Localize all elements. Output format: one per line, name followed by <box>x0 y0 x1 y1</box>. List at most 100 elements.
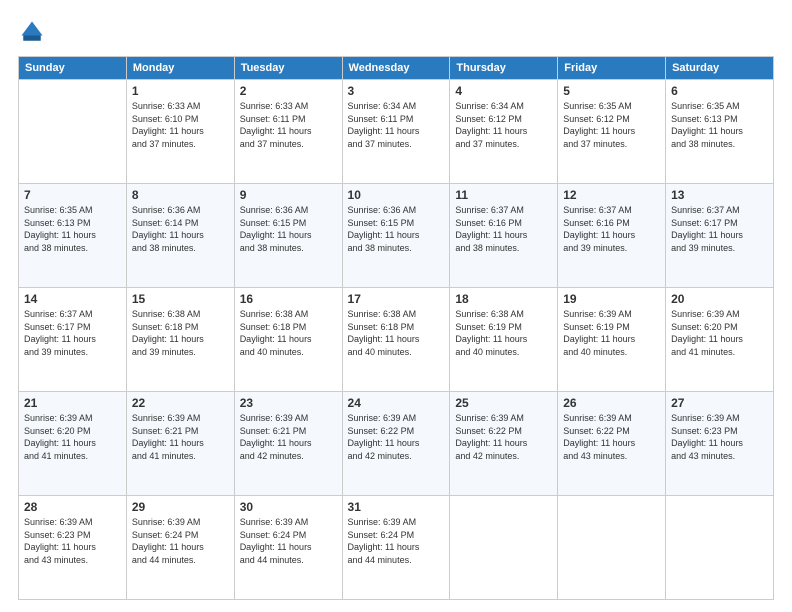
calendar-table: SundayMondayTuesdayWednesdayThursdayFrid… <box>18 56 774 600</box>
day-info: Sunrise: 6:38 AM Sunset: 6:19 PM Dayligh… <box>455 308 552 358</box>
calendar-cell: 30Sunrise: 6:39 AM Sunset: 6:24 PM Dayli… <box>234 496 342 600</box>
day-header-wednesday: Wednesday <box>342 57 450 80</box>
calendar-cell: 22 Sunrise: 6:39 AM Sunset: 6:21 PM Dayli… <box>126 392 234 496</box>
calendar-cell: 31 Sunrise: 6:39 AM Sunset: 6:24 PM Dayli… <box>342 496 450 600</box>
day-info: Sunrise: 6:38 AM Sunset: 6:18 PM Dayligh… <box>132 308 229 358</box>
day-info: Sunrise: 6:39 AM Sunset: 6:22 PM Dayligh… <box>348 412 445 462</box>
calendar-cell: 2 Sunrise: 6:33 AM Sunset: 6:11 PM Daylig… <box>234 80 342 184</box>
day-number: 24 <box>348 396 445 410</box>
calendar-cell: 29 Sunrise: 6:39 AM Sunset: 6:24 PM Dayli… <box>126 496 234 600</box>
day-header-saturday: Saturday <box>666 57 774 80</box>
day-info: Sunrise: 6:39 AM Sunset: 6:20 PM Dayligh… <box>24 412 121 462</box>
week-row-2: 7 Sunrise: 6:35 AM Sunset: 6:13 PM Daylig… <box>19 184 774 288</box>
calendar-cell: 3 Sunrise: 6:34 AM Sunset: 6:11 PM Daylig… <box>342 80 450 184</box>
day-info: Sunrise: 6:39 AM Sunset: 6:19 PM Dayligh… <box>563 308 660 358</box>
calendar-cell: 5 Sunrise: 6:35 AM Sunset: 6:12 PM Daylig… <box>558 80 666 184</box>
day-info: Sunrise: 6:39 AM Sunset: 6:21 PM Dayligh… <box>240 412 337 462</box>
week-row-3: 14Sunrise: 6:37 AM Sunset: 6:17 PM Dayli… <box>19 288 774 392</box>
calendar-cell: 27Sunrise: 6:39 AM Sunset: 6:23 PM Dayli… <box>666 392 774 496</box>
day-number: 17 <box>348 292 445 306</box>
calendar-cell: 9 Sunrise: 6:36 AM Sunset: 6:15 PM Daylig… <box>234 184 342 288</box>
day-number: 21 <box>24 396 121 410</box>
day-number: 10 <box>348 188 445 202</box>
calendar-cell: 23 Sunrise: 6:39 AM Sunset: 6:21 PM Dayli… <box>234 392 342 496</box>
calendar-cell: 12 Sunrise: 6:37 AM Sunset: 6:16 PM Dayli… <box>558 184 666 288</box>
day-number: 22 <box>132 396 229 410</box>
calendar-cell: 17 Sunrise: 6:38 AM Sunset: 6:18 PM Dayli… <box>342 288 450 392</box>
day-number: 8 <box>132 188 229 202</box>
day-number: 2 <box>240 84 337 98</box>
day-info: Sunrise: 6:33 AM Sunset: 6:11 PM Dayligh… <box>240 100 337 150</box>
calendar-cell: 13Sunrise: 6:37 AM Sunset: 6:17 PM Dayli… <box>666 184 774 288</box>
day-number: 1 <box>132 84 229 98</box>
day-info: Sunrise: 6:39 AM Sunset: 6:24 PM Dayligh… <box>240 516 337 566</box>
day-number: 27 <box>671 396 768 410</box>
logo-icon <box>18 18 46 46</box>
calendar-cell: 6 Sunrise: 6:35 AM Sunset: 6:13 PM Daylig… <box>666 80 774 184</box>
day-header-tuesday: Tuesday <box>234 57 342 80</box>
day-info: Sunrise: 6:36 AM Sunset: 6:14 PM Dayligh… <box>132 204 229 254</box>
calendar-cell: 21 Sunrise: 6:39 AM Sunset: 6:20 PM Dayli… <box>19 392 127 496</box>
day-number: 25 <box>455 396 552 410</box>
calendar-cell: 7 Sunrise: 6:35 AM Sunset: 6:13 PM Daylig… <box>19 184 127 288</box>
day-number: 31 <box>348 500 445 514</box>
days-header-row: SundayMondayTuesdayWednesdayThursdayFrid… <box>19 57 774 80</box>
calendar-cell <box>450 496 558 600</box>
calendar-cell: 11Sunrise: 6:37 AM Sunset: 6:16 PM Dayli… <box>450 184 558 288</box>
day-info: Sunrise: 6:38 AM Sunset: 6:18 PM Dayligh… <box>348 308 445 358</box>
day-header-friday: Friday <box>558 57 666 80</box>
week-row-4: 21 Sunrise: 6:39 AM Sunset: 6:20 PM Dayli… <box>19 392 774 496</box>
day-number: 20 <box>671 292 768 306</box>
day-info: Sunrise: 6:39 AM Sunset: 6:24 PM Dayligh… <box>348 516 445 566</box>
calendar-cell: 8 Sunrise: 6:36 AM Sunset: 6:14 PM Daylig… <box>126 184 234 288</box>
day-number: 9 <box>240 188 337 202</box>
day-info: Sunrise: 6:34 AM Sunset: 6:12 PM Dayligh… <box>455 100 552 150</box>
day-info: Sunrise: 6:37 AM Sunset: 6:16 PM Dayligh… <box>563 204 660 254</box>
day-number: 3 <box>348 84 445 98</box>
week-row-1: 1 Sunrise: 6:33 AM Sunset: 6:10 PM Daylig… <box>19 80 774 184</box>
day-info: Sunrise: 6:39 AM Sunset: 6:22 PM Dayligh… <box>563 412 660 462</box>
calendar-cell: 1 Sunrise: 6:33 AM Sunset: 6:10 PM Daylig… <box>126 80 234 184</box>
day-number: 19 <box>563 292 660 306</box>
day-header-sunday: Sunday <box>19 57 127 80</box>
day-number: 6 <box>671 84 768 98</box>
day-number: 13 <box>671 188 768 202</box>
day-info: Sunrise: 6:39 AM Sunset: 6:23 PM Dayligh… <box>24 516 121 566</box>
day-header-monday: Monday <box>126 57 234 80</box>
day-info: Sunrise: 6:35 AM Sunset: 6:13 PM Dayligh… <box>671 100 768 150</box>
day-header-thursday: Thursday <box>450 57 558 80</box>
calendar-cell: 26 Sunrise: 6:39 AM Sunset: 6:22 PM Dayli… <box>558 392 666 496</box>
day-number: 26 <box>563 396 660 410</box>
day-number: 16 <box>240 292 337 306</box>
day-info: Sunrise: 6:35 AM Sunset: 6:12 PM Dayligh… <box>563 100 660 150</box>
header <box>18 18 774 46</box>
day-info: Sunrise: 6:36 AM Sunset: 6:15 PM Dayligh… <box>240 204 337 254</box>
day-info: Sunrise: 6:37 AM Sunset: 6:16 PM Dayligh… <box>455 204 552 254</box>
day-number: 29 <box>132 500 229 514</box>
calendar-cell: 16 Sunrise: 6:38 AM Sunset: 6:18 PM Dayli… <box>234 288 342 392</box>
day-info: Sunrise: 6:35 AM Sunset: 6:13 PM Dayligh… <box>24 204 121 254</box>
day-number: 28 <box>24 500 121 514</box>
day-number: 18 <box>455 292 552 306</box>
day-number: 23 <box>240 396 337 410</box>
day-info: Sunrise: 6:39 AM Sunset: 6:20 PM Dayligh… <box>671 308 768 358</box>
calendar-cell: 24 Sunrise: 6:39 AM Sunset: 6:22 PM Dayli… <box>342 392 450 496</box>
day-info: Sunrise: 6:33 AM Sunset: 6:10 PM Dayligh… <box>132 100 229 150</box>
calendar-cell: 18 Sunrise: 6:38 AM Sunset: 6:19 PM Dayli… <box>450 288 558 392</box>
day-info: Sunrise: 6:39 AM Sunset: 6:24 PM Dayligh… <box>132 516 229 566</box>
day-number: 4 <box>455 84 552 98</box>
calendar-cell: 25 Sunrise: 6:39 AM Sunset: 6:22 PM Dayli… <box>450 392 558 496</box>
day-info: Sunrise: 6:39 AM Sunset: 6:21 PM Dayligh… <box>132 412 229 462</box>
calendar-cell: 4 Sunrise: 6:34 AM Sunset: 6:12 PM Daylig… <box>450 80 558 184</box>
week-row-5: 28 Sunrise: 6:39 AM Sunset: 6:23 PM Dayli… <box>19 496 774 600</box>
day-info: Sunrise: 6:34 AM Sunset: 6:11 PM Dayligh… <box>348 100 445 150</box>
day-info: Sunrise: 6:38 AM Sunset: 6:18 PM Dayligh… <box>240 308 337 358</box>
day-number: 14 <box>24 292 121 306</box>
calendar-cell: 15Sunrise: 6:38 AM Sunset: 6:18 PM Dayli… <box>126 288 234 392</box>
calendar-cell: 28 Sunrise: 6:39 AM Sunset: 6:23 PM Dayli… <box>19 496 127 600</box>
day-info: Sunrise: 6:39 AM Sunset: 6:22 PM Dayligh… <box>455 412 552 462</box>
day-number: 7 <box>24 188 121 202</box>
day-info: Sunrise: 6:36 AM Sunset: 6:15 PM Dayligh… <box>348 204 445 254</box>
day-number: 5 <box>563 84 660 98</box>
day-number: 12 <box>563 188 660 202</box>
